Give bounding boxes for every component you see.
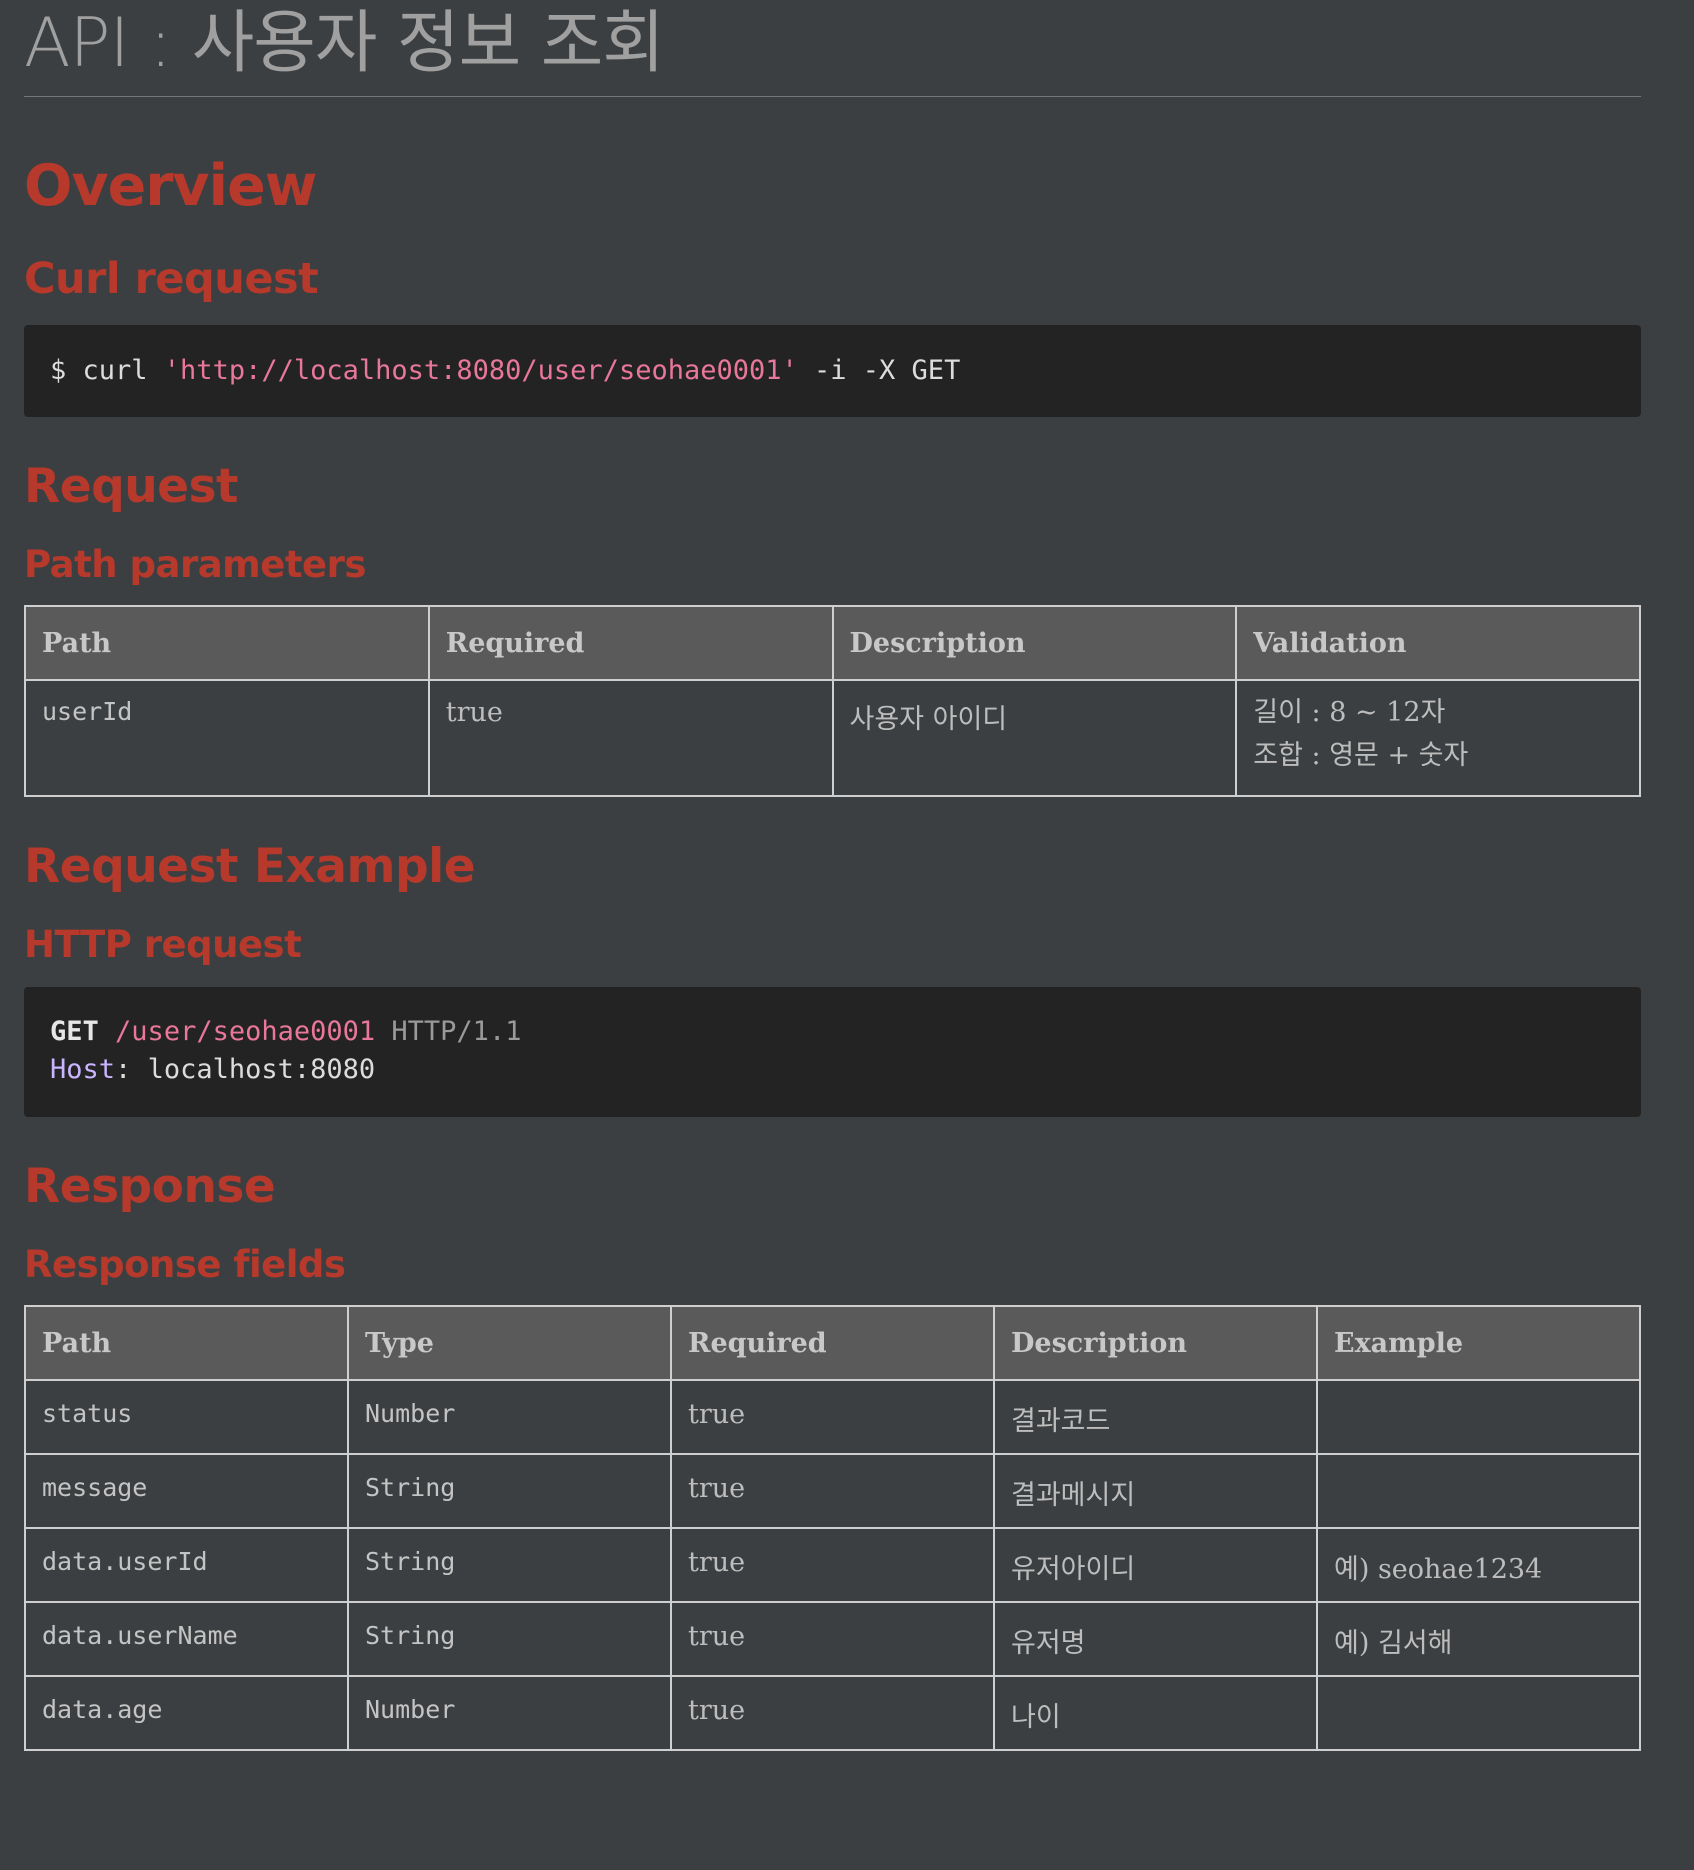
request-heading: Request <box>24 459 239 514</box>
table-row: data.userId String true 유저아이디 예) seohae1… <box>24 1527 1641 1603</box>
column-header: Validation <box>1235 605 1641 681</box>
table-header-row: Path Type Required Description Example <box>24 1305 1641 1381</box>
column-header: Description <box>831 605 1238 681</box>
field-example: 예) 김서해 <box>1316 1601 1641 1677</box>
field-type: String <box>347 1453 672 1529</box>
param-required: true <box>427 679 834 797</box>
table-row: userId true 사용자 아이디 길이 : 8 ~ 12자 조합 : 영문… <box>24 679 1641 797</box>
field-example: 예) seohae1234 <box>1316 1527 1641 1603</box>
field-type: Number <box>347 1379 672 1455</box>
field-example <box>1316 1453 1641 1529</box>
http-code-block: GET /user/seohae0001 HTTP/1.1 Host: loca… <box>24 987 1641 1117</box>
page-title: API : 사용자 정보 조회 <box>24 0 1641 97</box>
field-example <box>1316 1379 1641 1455</box>
response-fields-heading: Response fields <box>24 1243 346 1286</box>
path-parameters-heading: Path parameters <box>24 543 366 586</box>
response-fields-table: Path Type Required Description Example s… <box>24 1305 1641 1751</box>
field-required: true <box>670 1601 995 1677</box>
http-request-heading: HTTP request <box>24 923 302 966</box>
http-host-line: Host: localhost:8080 <box>50 1051 1615 1089</box>
param-validation: 길이 : 8 ~ 12자 조합 : 영문 + 숫자 <box>1235 679 1641 797</box>
field-required: true <box>670 1675 995 1751</box>
curl-code-block: $ curl 'http://localhost:8080/user/seoha… <box>24 325 1641 417</box>
curl-prompt: $ curl <box>50 355 164 386</box>
field-description: 유저아이디 <box>993 1527 1318 1603</box>
validation-combination: 조합 : 영문 + 숫자 <box>1253 740 1469 771</box>
http-host-key: Host <box>50 1054 116 1085</box>
field-required: true <box>670 1379 995 1455</box>
field-path: data.userName <box>24 1601 349 1677</box>
http-path: /user/seohae0001 <box>115 1016 376 1047</box>
field-example <box>1316 1675 1641 1751</box>
validation-length: 길이 : 8 ~ 12자 <box>1253 697 1446 728</box>
field-description: 결과코드 <box>993 1379 1318 1455</box>
field-path: status <box>24 1379 349 1455</box>
table-row: data.userName String true 유저명 예) 김서해 <box>24 1601 1641 1677</box>
field-type: String <box>347 1527 672 1603</box>
field-path: message <box>24 1453 349 1529</box>
field-description: 결과메시지 <box>993 1453 1318 1529</box>
curl-request-heading: Curl request <box>24 254 319 304</box>
param-path: userId <box>24 679 430 797</box>
path-parameters-table: Path Required Description Validation use… <box>24 605 1641 797</box>
http-host-value: localhost:8080 <box>147 1054 376 1085</box>
field-type: String <box>347 1601 672 1677</box>
http-version: HTTP/1.1 <box>391 1016 522 1047</box>
http-host-sep: : <box>115 1054 132 1085</box>
column-header: Path <box>24 605 430 681</box>
field-required: true <box>670 1527 995 1603</box>
field-description: 나이 <box>993 1675 1318 1751</box>
overview-heading: Overview <box>24 153 317 219</box>
field-type: Number <box>347 1675 672 1751</box>
table-row: message String true 결과메시지 <box>24 1453 1641 1529</box>
column-header: Type <box>347 1305 672 1381</box>
column-header: Required <box>427 605 834 681</box>
table-row: data.age Number true 나이 <box>24 1675 1641 1751</box>
param-description: 사용자 아이디 <box>831 679 1238 797</box>
column-header: Required <box>670 1305 995 1381</box>
column-header: Path <box>24 1305 349 1381</box>
field-required: true <box>670 1453 995 1529</box>
request-example-heading: Request Example <box>24 839 476 894</box>
field-description: 유저명 <box>993 1601 1318 1677</box>
curl-args: -i -X GET <box>797 355 961 386</box>
field-path: data.age <box>24 1675 349 1751</box>
column-header: Description <box>993 1305 1318 1381</box>
table-row: status Number true 결과코드 <box>24 1379 1641 1455</box>
http-method: GET <box>50 1016 99 1047</box>
http-request-line: GET /user/seohae0001 HTTP/1.1 <box>50 1013 1615 1051</box>
column-header: Example <box>1316 1305 1641 1381</box>
field-path: data.userId <box>24 1527 349 1603</box>
curl-url: 'http://localhost:8080/user/seohae0001' <box>163 355 798 386</box>
table-header-row: Path Required Description Validation <box>24 605 1641 681</box>
api-doc-page: API : 사용자 정보 조회 Overview Curl request $ … <box>0 0 1641 1751</box>
response-heading: Response <box>24 1159 276 1214</box>
